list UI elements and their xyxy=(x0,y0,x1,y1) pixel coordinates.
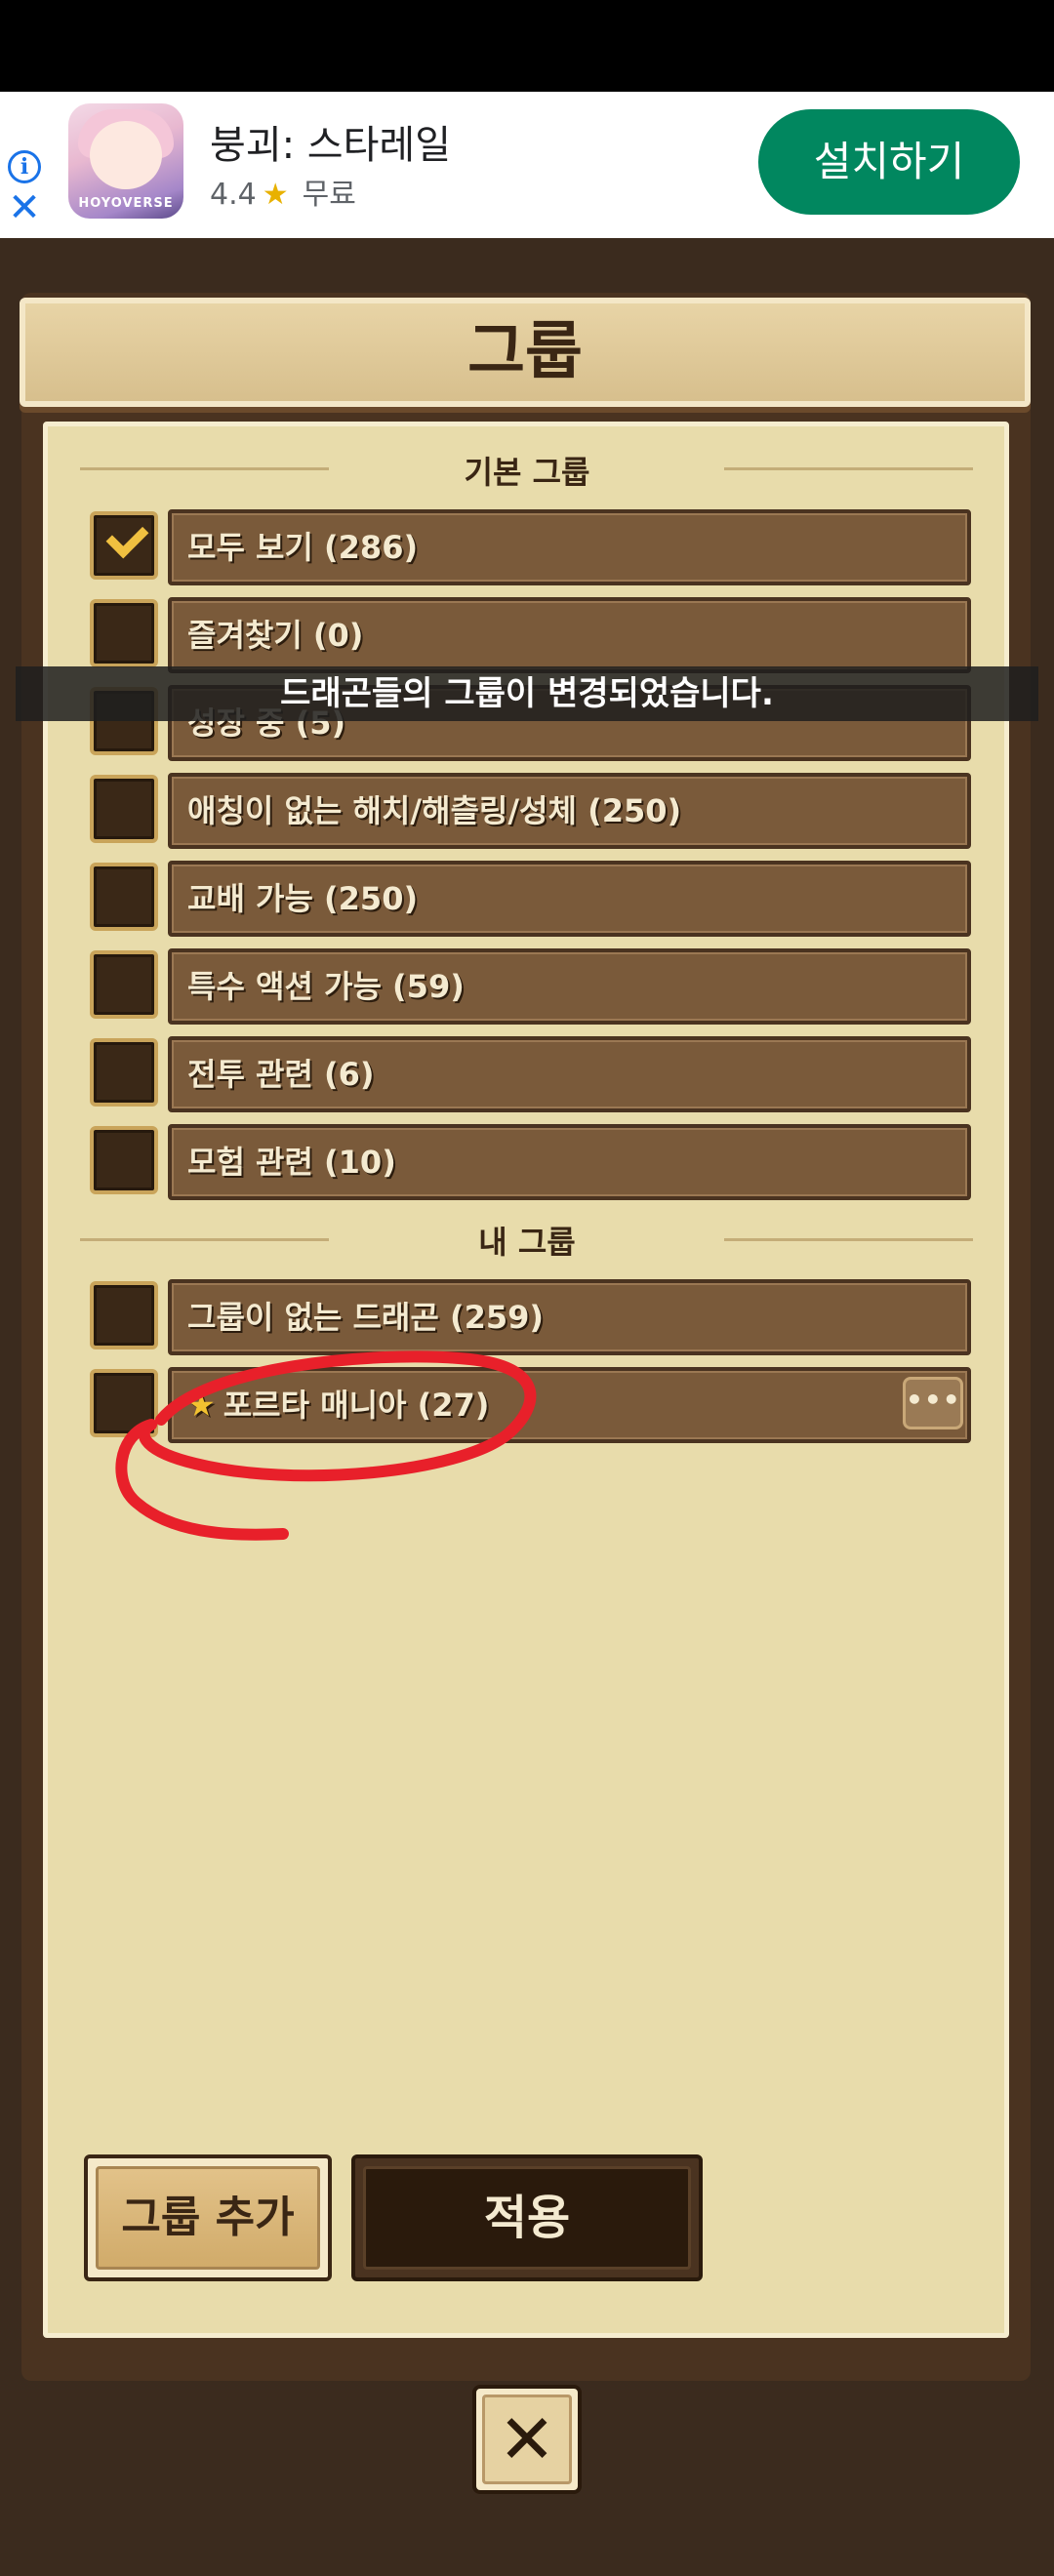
basic-group-row[interactable]: 모험 관련 (10) xyxy=(168,1124,971,1200)
basic-group-row[interactable]: 애칭이 없는 해치/해츨링/성체 (250) xyxy=(168,773,971,849)
checkbox[interactable] xyxy=(90,1369,158,1437)
ad-meta: 4.4 ★ 무료 xyxy=(210,170,356,213)
app-icon[interactable]: HOYOVERSE xyxy=(68,103,183,219)
group-label-text: 특수 액션 가능 (59) xyxy=(187,968,465,1005)
checkbox[interactable] xyxy=(90,950,158,1019)
checkbox[interactable] xyxy=(90,1038,158,1107)
apply-button[interactable]: 적용 xyxy=(351,2154,703,2281)
basic-group-row[interactable]: 즐겨찾기 (0) xyxy=(168,597,971,673)
checkbox[interactable] xyxy=(90,511,158,580)
checkbox[interactable] xyxy=(90,1281,158,1349)
dialog-header: 그룹 xyxy=(20,298,1031,407)
group-label-text: 모험 관련 (10) xyxy=(187,1144,396,1181)
basic-group-row[interactable]: 특수 액션 가능 (59) xyxy=(168,948,971,1025)
section-title-basic: 기본 그룹 xyxy=(464,454,590,491)
dialog-title: 그룹 xyxy=(467,316,583,388)
my-group-row[interactable]: 그룹이 없는 드래곤 (259) xyxy=(168,1279,971,1355)
group-label: 모험 관련 (10) xyxy=(187,1128,396,1196)
star-icon: ★ xyxy=(187,1387,216,1424)
group-label: 모두 보기 (286) xyxy=(187,513,418,582)
basic-group-row[interactable]: 전투 관련 (6) xyxy=(168,1036,971,1112)
group-label-text: 애칭이 없는 해치/해츨링/성체 (250) xyxy=(187,792,682,829)
group-label: 그룹이 없는 드래곤 (259) xyxy=(187,1283,544,1351)
group-label-text: 그룹이 없는 드래곤 (259) xyxy=(187,1299,544,1336)
ad-info-icon[interactable]: i xyxy=(8,150,41,183)
group-label: 교배 가능 (250) xyxy=(187,865,418,933)
section-title-my: 내 그룹 xyxy=(478,1224,576,1261)
app-icon-brand: HOYOVERSE xyxy=(78,196,174,211)
group-label-text: 교배 가능 (250) xyxy=(187,880,419,917)
group-label: 전투 관련 (6) xyxy=(187,1040,375,1108)
close-button[interactable]: ✕ xyxy=(472,2385,582,2494)
my-group-row[interactable]: ★ 포르타 매니아 (27) ••• xyxy=(168,1367,971,1443)
checkbox[interactable] xyxy=(90,599,158,667)
checkbox[interactable] xyxy=(90,1126,158,1194)
toast-message: 드래곤들의 그룹이 변경되었습니다. xyxy=(16,666,1038,721)
ad-rating: 4.4 xyxy=(210,178,257,212)
status-bar xyxy=(0,0,1054,92)
more-options-button[interactable]: ••• xyxy=(903,1377,963,1429)
star-icon: ★ xyxy=(262,178,289,212)
group-label-text: 모두 보기 (286) xyxy=(187,529,419,566)
group-label: ★ 포르타 매니아 (27) xyxy=(187,1371,489,1439)
group-label: 특수 액션 가능 (59) xyxy=(187,952,465,1021)
group-label: 즐겨찾기 (0) xyxy=(187,601,363,669)
close-icon: ✕ xyxy=(482,2395,572,2484)
ad-price: 무료 xyxy=(302,178,356,212)
checkbox[interactable] xyxy=(90,863,158,931)
basic-group-row[interactable]: 교배 가능 (250) xyxy=(168,861,971,937)
group-label-text: 포르타 매니아 (27) xyxy=(223,1387,490,1424)
app-icon-face xyxy=(90,121,162,189)
ad-banner[interactable]: i ✕ HOYOVERSE 붕괴: 스타레일 4.4 ★ 무료 설치하기 xyxy=(0,92,1054,238)
apply-label: 적용 xyxy=(363,2166,691,2270)
basic-group-row[interactable]: 모두 보기 (286) xyxy=(168,509,971,585)
ad-app-name[interactable]: 붕괴: 스타레일 xyxy=(210,113,451,170)
add-group-button[interactable]: 그룹 추가 xyxy=(84,2154,332,2281)
group-label: 애칭이 없는 해치/해츨링/성체 (250) xyxy=(187,777,681,845)
ad-close-icon[interactable]: ✕ xyxy=(6,188,43,227)
group-label-text: 즐겨찾기 (0) xyxy=(187,617,364,654)
add-group-label: 그룹 추가 xyxy=(96,2166,320,2270)
group-label-text: 전투 관련 (6) xyxy=(187,1056,375,1093)
checkbox[interactable] xyxy=(90,775,158,843)
install-button[interactable]: 설치하기 xyxy=(758,109,1020,215)
